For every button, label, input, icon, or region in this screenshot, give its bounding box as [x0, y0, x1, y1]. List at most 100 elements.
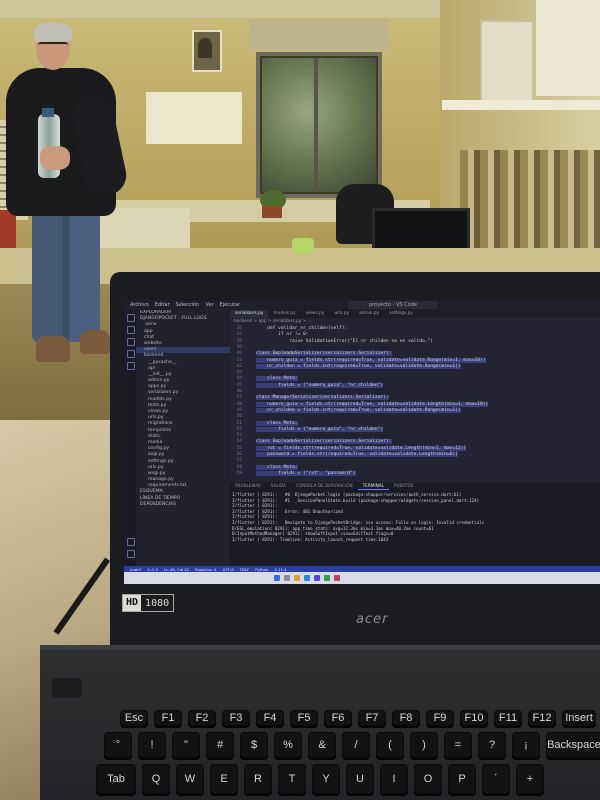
- menu-ver[interactable]: Ver: [205, 302, 213, 308]
- key-[interactable]: !: [138, 732, 166, 758]
- key-esc[interactable]: Esc: [120, 710, 148, 726]
- key-[interactable]: +: [516, 764, 544, 794]
- gear-icon[interactable]: [127, 550, 135, 558]
- code-line: nr_childen = fields.int(required=True, v…: [256, 407, 461, 413]
- key-[interactable]: $: [240, 732, 268, 758]
- line-number: 47: [236, 395, 242, 401]
- key-f1[interactable]: F1: [154, 710, 182, 726]
- code-line: class Meta:: [256, 376, 298, 382]
- status-item[interactable]: Espacios: 4: [195, 567, 216, 572]
- menu-ejecutar[interactable]: Ejecutar: [220, 302, 241, 308]
- key-[interactable]: /: [342, 732, 370, 758]
- key-[interactable]: (: [376, 732, 404, 758]
- status-item[interactable]: CRLF: [240, 567, 250, 572]
- key-f7[interactable]: F7: [358, 710, 386, 726]
- file-explorer-icon[interactable]: [294, 575, 300, 581]
- key-[interactable]: =: [444, 732, 472, 758]
- key-[interactable]: ?: [478, 732, 506, 758]
- command-center[interactable]: proyecto - VS Code: [348, 301, 438, 309]
- start-icon[interactable]: [274, 575, 280, 581]
- status-item[interactable]: Ln 48, Col 22: [164, 567, 189, 572]
- menu-editar[interactable]: Editar: [155, 302, 170, 308]
- line-number: 53: [236, 433, 242, 439]
- key-[interactable]: °: [104, 732, 132, 758]
- status-item[interactable]: UTF-8: [223, 567, 234, 572]
- panel-tab[interactable]: PUERTOS: [389, 482, 418, 490]
- key-insert[interactable]: Insert: [562, 710, 596, 726]
- key-f5[interactable]: F5: [290, 710, 318, 726]
- editor-tab[interactable]: admin.py: [354, 310, 384, 318]
- terminal-output[interactable]: I/flutter ( 8291): #0 DjangoPocket.login…: [232, 492, 598, 542]
- key-f2[interactable]: F2: [188, 710, 216, 726]
- code-line: raise ValidationError("El nr childen no …: [256, 338, 434, 344]
- status-item[interactable]: 3.11.4: [274, 567, 286, 572]
- laptop-screen: Archivo Editar Selección Ver Ejecutar pr…: [124, 300, 600, 584]
- panel-tab[interactable]: TERMINAL: [357, 482, 389, 490]
- editor-tab[interactable]: settings.py: [384, 310, 418, 318]
- key-f11[interactable]: F11: [494, 710, 522, 726]
- key-f10[interactable]: F10: [460, 710, 488, 726]
- vscode-icon[interactable]: [314, 575, 320, 581]
- key-[interactable]: #: [206, 732, 234, 758]
- key-[interactable]: ": [172, 732, 200, 758]
- search-taskbar-icon[interactable]: [284, 575, 290, 581]
- files-icon[interactable]: [127, 314, 135, 322]
- key-o[interactable]: O: [414, 764, 442, 794]
- panel-tab[interactable]: SALIDA: [266, 482, 291, 490]
- key-f8[interactable]: F8: [392, 710, 420, 726]
- man-jeans: [32, 212, 100, 342]
- key-[interactable]: ): [410, 732, 438, 758]
- app-icon[interactable]: [334, 575, 340, 581]
- key-i[interactable]: I: [380, 764, 408, 794]
- menu-archivo[interactable]: Archivo: [130, 302, 149, 308]
- menu-seleccion[interactable]: Selección: [176, 302, 200, 308]
- run-debug-icon[interactable]: [127, 350, 135, 358]
- key-[interactable]: ´: [482, 764, 510, 794]
- key-e[interactable]: E: [210, 764, 238, 794]
- key-f3[interactable]: F3: [222, 710, 250, 726]
- explorer-item[interactable]: DEPENDENCIAS: [136, 502, 230, 508]
- chrome-icon[interactable]: [324, 575, 330, 581]
- panel-tab[interactable]: CONSOLA DE DEPURACIÓN: [291, 482, 358, 490]
- editor-tab[interactable]: views.py: [301, 310, 330, 318]
- search-icon[interactable]: [127, 326, 135, 334]
- key-y[interactable]: Y: [312, 764, 340, 794]
- status-item[interactable]: 0 ⚠ 0: [147, 567, 158, 572]
- key-f6[interactable]: F6: [324, 710, 352, 726]
- key-[interactable]: &: [308, 732, 336, 758]
- power-plug: [52, 678, 82, 698]
- key-backspace[interactable]: Backspace: [546, 732, 600, 758]
- line-number: 57: [236, 458, 242, 464]
- code-line: numero_guia = fields.str(required=True, …: [256, 357, 486, 363]
- code-editor[interactable]: serializers.py models.py views.py urls.py ad…: [230, 310, 600, 482]
- line-number: 54: [236, 439, 242, 445]
- source-control-icon[interactable]: [127, 338, 135, 346]
- edge-icon[interactable]: [304, 575, 310, 581]
- key-u[interactable]: U: [346, 764, 374, 794]
- key-q[interactable]: Q: [142, 764, 170, 794]
- key-w[interactable]: W: [176, 764, 204, 794]
- status-item[interactable]: main*: [130, 567, 141, 572]
- editor-tab[interactable]: models.py: [268, 310, 300, 318]
- extensions-icon[interactable]: [127, 362, 135, 370]
- key-[interactable]: ¡: [512, 732, 540, 758]
- status-item[interactable]: Python: [255, 567, 268, 572]
- line-number: 37: [236, 332, 242, 338]
- line-number: 39: [236, 344, 242, 350]
- key-r[interactable]: R: [244, 764, 272, 794]
- key-f4[interactable]: F4: [256, 710, 284, 726]
- line-number: 58: [236, 464, 242, 470]
- editor-tab[interactable]: serializers.py: [230, 310, 269, 318]
- portrait-figure: [198, 38, 212, 58]
- right-cupboard-upper: [536, 0, 600, 96]
- editor-tab[interactable]: urls.py: [329, 310, 354, 318]
- key-f9[interactable]: F9: [426, 710, 454, 726]
- key-f12[interactable]: F12: [528, 710, 556, 726]
- key-p[interactable]: P: [448, 764, 476, 794]
- panel-tab[interactable]: PROBLEMAS: [230, 482, 266, 490]
- keyboard-number-row: °! " # $% & /() =? ¡ Backspace: [104, 732, 600, 758]
- key-tab[interactable]: Tab: [96, 764, 136, 794]
- account-icon[interactable]: [127, 538, 135, 546]
- key-t[interactable]: T: [278, 764, 306, 794]
- key-[interactable]: %: [274, 732, 302, 758]
